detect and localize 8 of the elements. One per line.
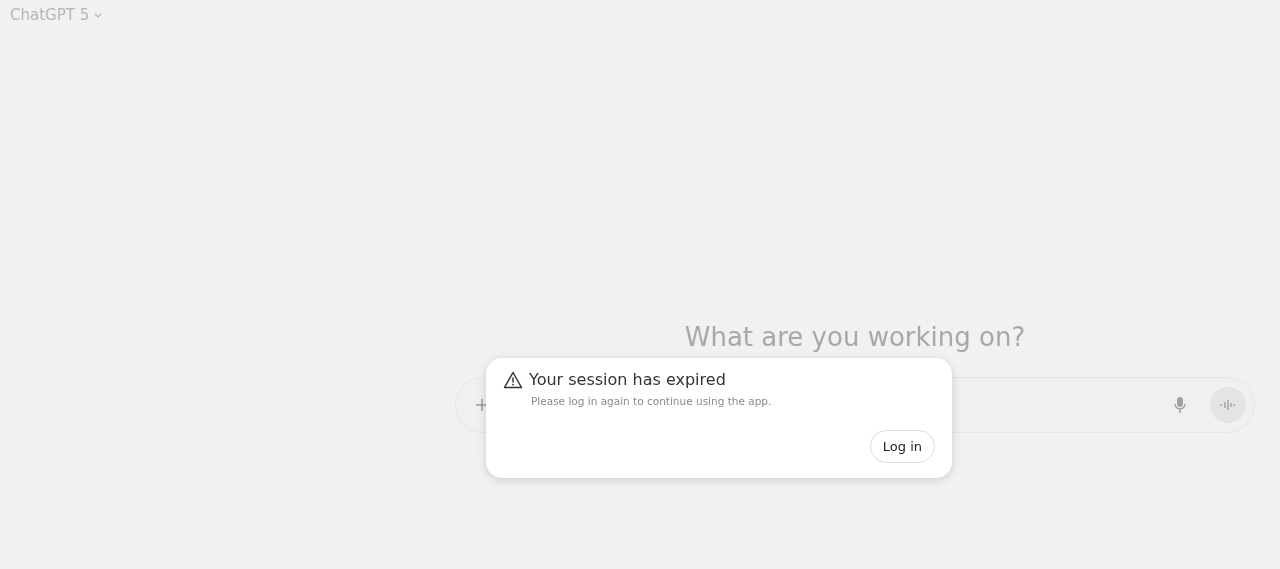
- dialog-title: Your session has expired: [529, 370, 726, 389]
- login-button[interactable]: Log in: [869, 430, 935, 463]
- microphone-icon[interactable]: [1172, 396, 1188, 414]
- warning-icon: [503, 370, 523, 389]
- voice-mode-button[interactable]: [1210, 387, 1246, 423]
- waveform-icon: [1219, 399, 1237, 411]
- dialog-message: Please log in again to continue using the app.: [531, 395, 773, 407]
- prompt-heading: What are you working on?: [684, 322, 1026, 354]
